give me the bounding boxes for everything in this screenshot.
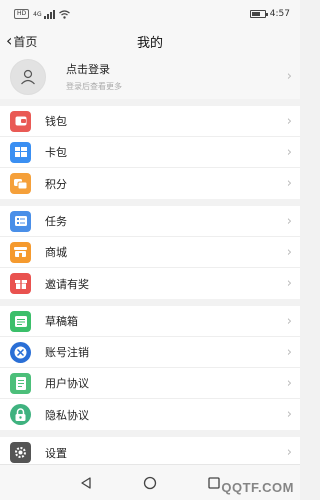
menu-item-label: 商城 <box>45 246 67 259</box>
login-subtitle: 登录后查看更多 <box>66 82 122 91</box>
menu-item-points[interactable]: 积分 › <box>0 168 300 199</box>
wallet-icon <box>10 110 31 132</box>
recent-apps-icon[interactable] <box>207 476 221 490</box>
menu-item-task[interactable]: 任务 › <box>0 206 300 237</box>
chevron-right-icon: › <box>286 213 292 229</box>
group-gap <box>0 299 300 306</box>
menu-group: 任务 › 商城 › 邀请有奖 › <box>0 206 300 299</box>
menu-item-privacy-lock[interactable]: 隐私协议 › <box>0 399 300 430</box>
chevron-right-icon: › <box>286 407 292 422</box>
page-title: 我的 <box>136 35 163 51</box>
menu-item-label: 钱包 <box>45 115 67 128</box>
battery-fill <box>251 12 260 16</box>
menu-item-label: 账号注销 <box>45 346 89 359</box>
menu-item-cancel-account[interactable]: 账号注销 › <box>0 337 300 368</box>
points-icon <box>10 173 31 194</box>
network-type: 4G <box>33 10 42 18</box>
login-text: 点击登录 登录后查看更多 <box>66 61 287 92</box>
menu-item-label: 隐私协议 <box>45 408 89 422</box>
signal-icon <box>43 9 55 19</box>
menu-item-label: 任务 <box>45 215 67 228</box>
login-row[interactable]: 点击登录 登录后查看更多 › <box>0 54 300 99</box>
chevron-right-icon: › <box>286 375 292 391</box>
store-icon <box>10 241 31 263</box>
avatar <box>10 58 46 95</box>
menu-item-draft[interactable]: 草稿箱 › <box>0 306 300 337</box>
privacy-lock-icon <box>10 404 31 425</box>
menu-item-label: 邀请有奖 <box>45 277 89 291</box>
chevron-right-icon: › <box>286 445 292 460</box>
status-left: HD 4G <box>14 9 70 19</box>
nav-bar: ‹ 首页 我的 <box>0 28 300 54</box>
chevron-right-icon: › <box>286 144 292 160</box>
back-label: 首页 <box>13 34 38 49</box>
status-bar: HD 4G 4:57 <box>0 0 300 28</box>
menu-list: 钱包 › 卡包 › 积分 › 任务 › 商城 › 邀请有奖 › 草稿箱 › 账号注销 › 用户协议 › 隐私协议 › 设… <box>0 99 300 468</box>
watermark: QQTF.COM <box>221 480 294 495</box>
battery-icon <box>249 10 268 18</box>
back-button[interactable]: ‹ 首页 <box>6 28 37 54</box>
user-icon <box>21 69 35 84</box>
draft-icon <box>10 310 31 332</box>
menu-item-label: 用户协议 <box>45 377 89 390</box>
chevron-right-icon: › <box>286 276 292 291</box>
chevron-right-icon: › <box>286 244 292 260</box>
sim-badge: HD <box>14 9 30 19</box>
menu-item-store[interactable]: 商城 › <box>0 237 300 268</box>
task-icon <box>10 210 31 232</box>
chevron-right-icon: › <box>286 344 292 360</box>
group-gap <box>0 199 300 206</box>
menu-item-label: 积分 <box>45 177 67 191</box>
gift-icon <box>10 273 31 294</box>
chevron-right-icon: › <box>286 176 292 191</box>
menu-item-agreement[interactable]: 用户协议 › <box>0 368 300 399</box>
menu-item-card[interactable]: 卡包 › <box>0 137 300 168</box>
menu-item-gift[interactable]: 邀请有奖 › <box>0 268 300 299</box>
status-right: 4:57 <box>249 9 290 19</box>
menu-item-label: 草稿箱 <box>45 315 78 328</box>
menu-group: 钱包 › 卡包 › 积分 › <box>0 106 300 199</box>
menu-item-label: 设置 <box>45 446 67 460</box>
chevron-left-icon: ‹ <box>6 31 13 50</box>
cancel-account-icon <box>10 341 31 363</box>
menu-group: 草稿箱 › 账号注销 › 用户协议 › 隐私协议 › <box>0 306 300 430</box>
agreement-icon <box>10 372 31 394</box>
settings-icon <box>10 442 31 463</box>
card-icon <box>10 141 31 163</box>
login-title: 点击登录 <box>66 63 110 76</box>
home-circle-icon[interactable] <box>143 476 157 490</box>
back-triangle-icon[interactable] <box>79 476 93 490</box>
menu-item-label: 卡包 <box>45 146 67 159</box>
group-gap <box>0 99 300 106</box>
clock: 4:57 <box>269 9 290 19</box>
chevron-right-icon: › <box>286 113 292 129</box>
chevron-right-icon: › <box>286 69 292 84</box>
group-gap <box>0 430 300 437</box>
wifi-icon <box>58 9 70 19</box>
chevron-right-icon: › <box>286 313 292 329</box>
menu-item-wallet[interactable]: 钱包 › <box>0 106 300 137</box>
